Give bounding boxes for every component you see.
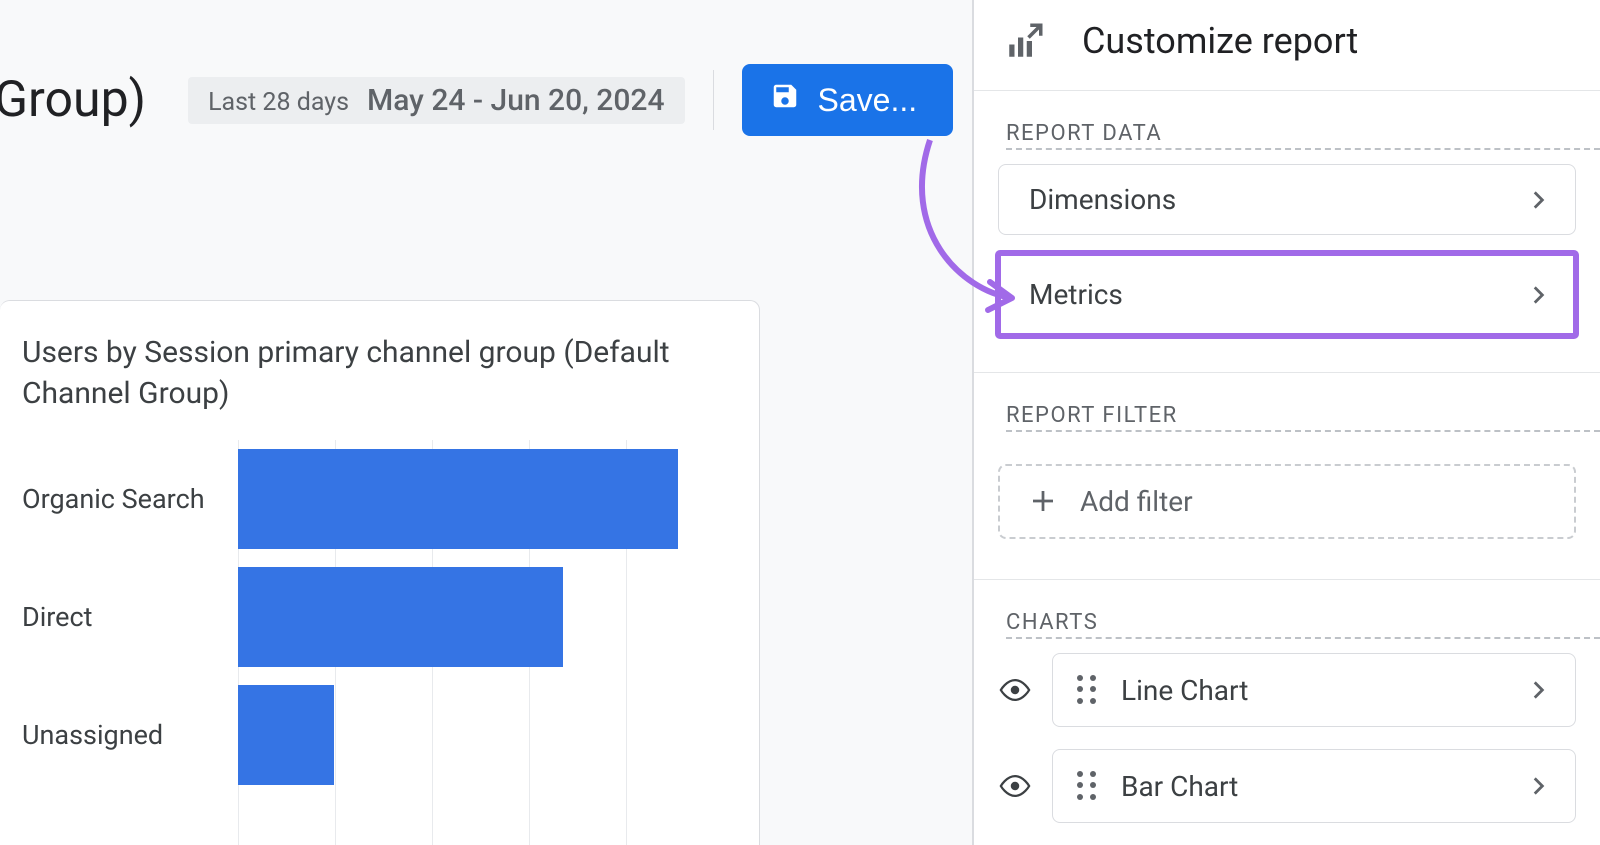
save-button-label: Save... — [818, 82, 918, 119]
metrics-label: Metrics — [1029, 278, 1123, 311]
bar-chart-option[interactable]: Bar Chart — [1052, 749, 1576, 823]
report-topbar: Group) Last 28 days May 24 - Jun 20, 202… — [0, 0, 972, 136]
chevron-right-icon — [1525, 187, 1551, 213]
save-button[interactable]: Save... — [742, 64, 954, 136]
section-report-data: REPORT DATA — [1006, 121, 1600, 150]
visibility-toggle-icon[interactable] — [998, 673, 1032, 707]
panel-divider — [974, 579, 1600, 580]
date-range-picker[interactable]: Last 28 days May 24 - Jun 20, 2024 — [188, 77, 684, 124]
chart-title: Users by Session primary channel group (… — [22, 333, 723, 414]
bar — [238, 449, 678, 549]
customize-report-icon — [1004, 20, 1046, 62]
date-range-prefix: Last 28 days — [208, 88, 349, 117]
bar-label: Direct — [22, 601, 238, 633]
bar — [238, 567, 563, 667]
drag-handle-icon[interactable] — [1077, 675, 1099, 705]
section-report-filter: REPORT FILTER — [1006, 403, 1600, 432]
drag-handle-icon[interactable] — [1077, 771, 1099, 801]
section-charts: CHARTS — [1006, 610, 1600, 639]
chevron-right-icon — [1525, 677, 1551, 703]
chevron-right-icon — [1525, 282, 1551, 308]
bar-row: Unassigned — [22, 676, 723, 794]
users-by-channel-card: Users by Session primary channel group (… — [0, 300, 760, 845]
panel-header: Customize report — [974, 0, 1600, 91]
topbar-divider — [713, 70, 714, 130]
dimensions-option[interactable]: Dimensions — [998, 164, 1576, 235]
dimensions-label: Dimensions — [1029, 183, 1176, 216]
main-report-area: Group) Last 28 days May 24 - Jun 20, 202… — [0, 0, 972, 845]
bar-row: Direct — [22, 558, 723, 676]
date-range-value: May 24 - Jun 20, 2024 — [367, 83, 665, 118]
panel-title: Customize report — [1082, 20, 1358, 62]
horizontal-bar-chart: Organic Search Direct Unassigned — [22, 440, 723, 845]
bar-chart-label: Bar Chart — [1121, 770, 1238, 803]
chevron-right-icon — [1525, 773, 1551, 799]
customize-report-panel: Customize report REPORT DATA Dimensions … — [972, 0, 1600, 845]
add-filter-button[interactable]: Add filter — [998, 464, 1576, 539]
save-icon — [770, 81, 800, 119]
bar-row: Organic Search — [22, 440, 723, 558]
chart-type-row: Bar Chart — [998, 749, 1576, 823]
add-filter-label: Add filter — [1080, 485, 1193, 518]
plus-icon — [1028, 486, 1058, 516]
bar-label: Unassigned — [22, 719, 238, 751]
panel-divider — [974, 372, 1600, 373]
page-title: Group) — [0, 71, 146, 129]
visibility-toggle-icon[interactable] — [998, 769, 1032, 803]
bar-label: Organic Search — [22, 483, 238, 515]
chart-type-row: Line Chart — [998, 653, 1576, 727]
bar — [238, 685, 334, 785]
metrics-option[interactable]: Metrics — [998, 253, 1576, 336]
line-chart-label: Line Chart — [1121, 674, 1248, 707]
line-chart-option[interactable]: Line Chart — [1052, 653, 1576, 727]
